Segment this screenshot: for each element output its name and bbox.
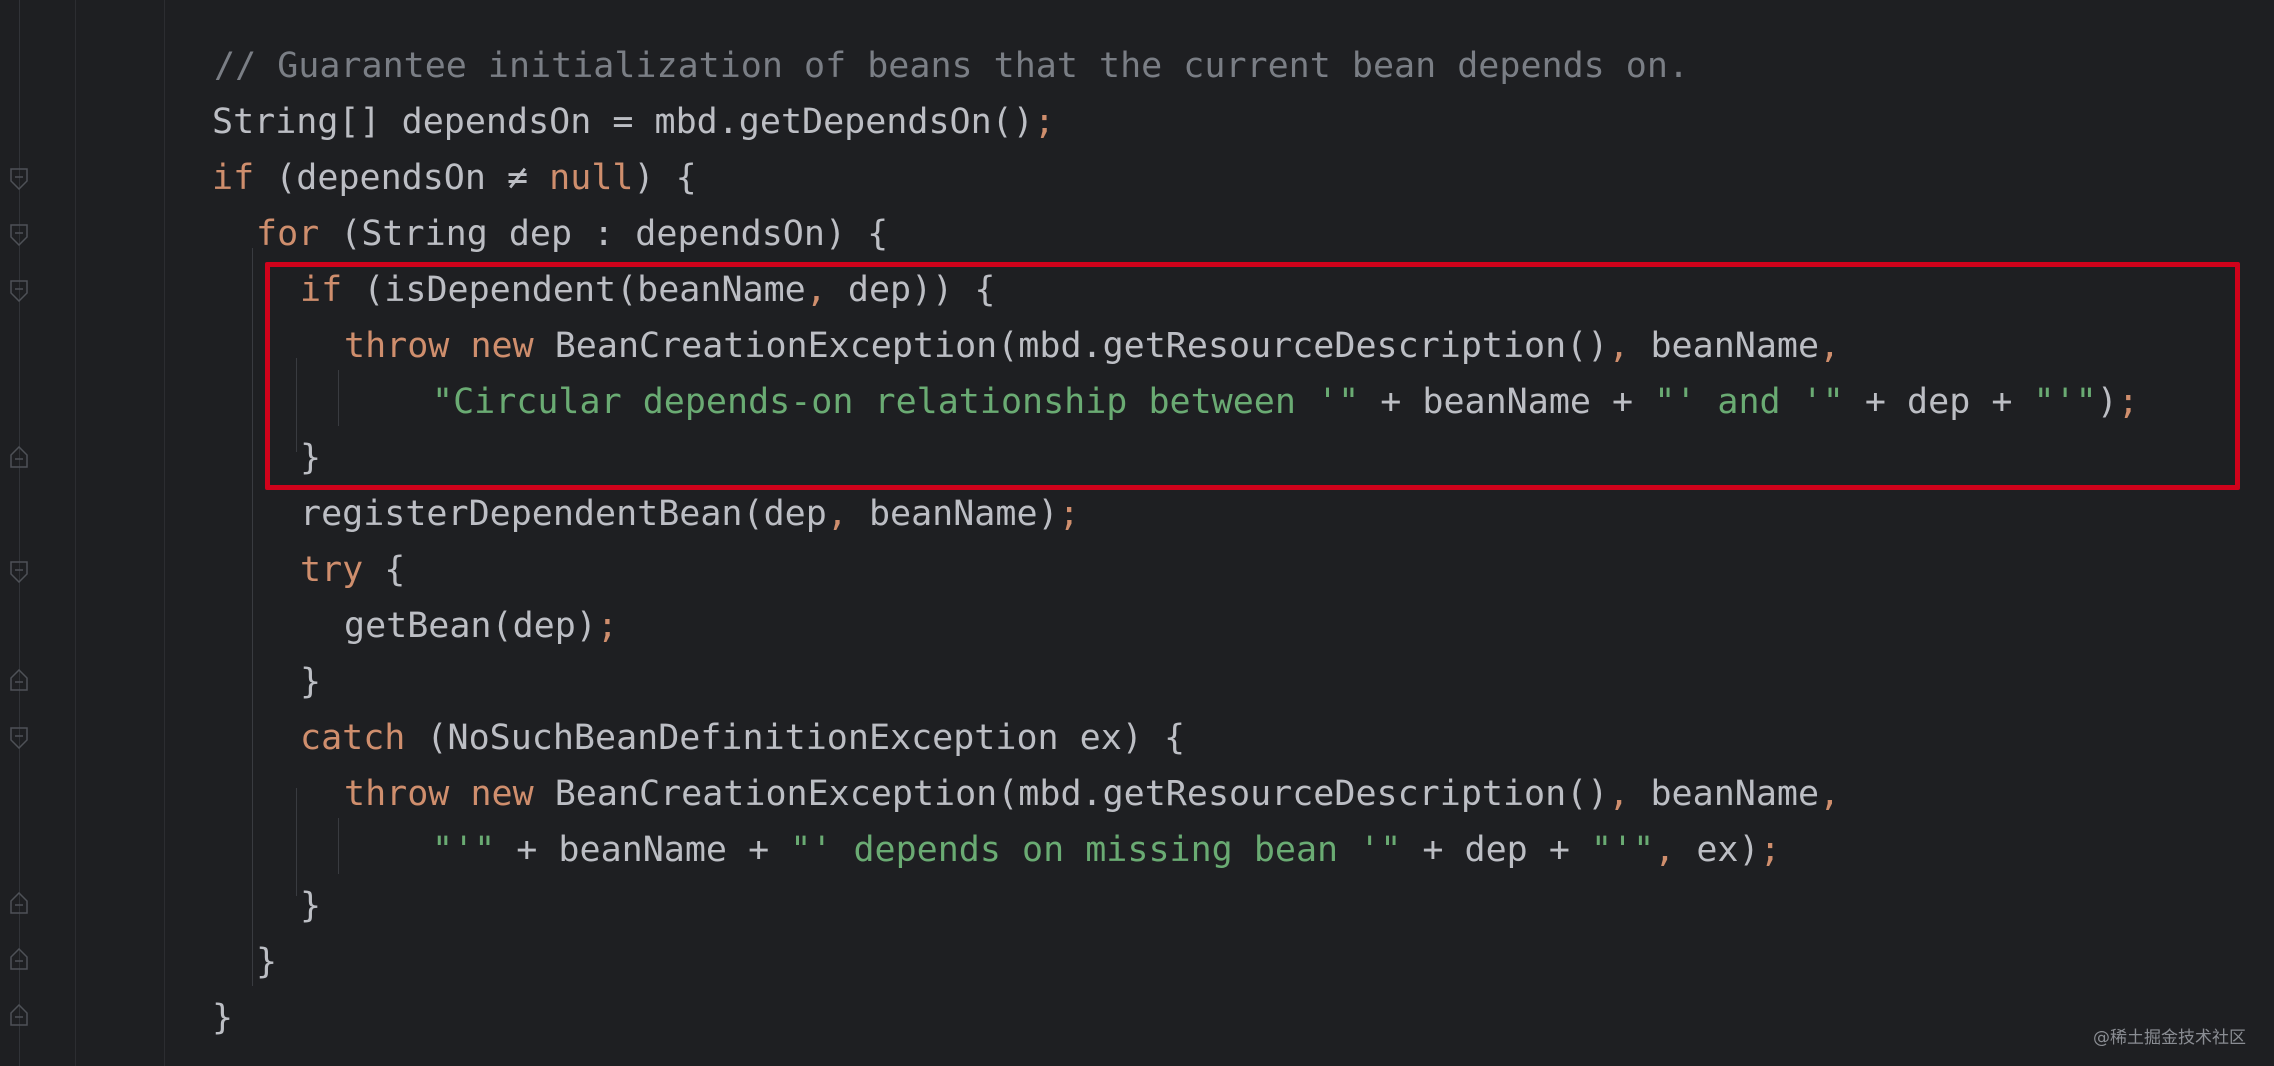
code-token: (NoSuchBeanDefinitionException ex) { [405, 718, 1186, 758]
highlight-annotation-box [265, 262, 2240, 490]
fold-open-icon[interactable] [10, 224, 28, 246]
fold-close-icon[interactable] [10, 446, 28, 468]
code-token: for [256, 214, 320, 254]
code-line[interactable]: try { [300, 542, 405, 598]
code-token: , [826, 494, 848, 534]
code-token: } [256, 942, 278, 982]
code-token: ; [1058, 494, 1080, 534]
code-line[interactable]: registerDependentBean(dep, beanName); [300, 486, 1080, 542]
code-line[interactable]: } [212, 990, 233, 1046]
code-token: } [300, 662, 322, 702]
code-token: null [549, 158, 634, 198]
code-line[interactable]: if (dependsOn ≠ null) { [212, 150, 697, 206]
watermark: @稀土掘金技术社区 [2093, 1028, 2246, 1048]
fold-open-icon[interactable] [10, 280, 28, 302]
code-token: , [1654, 830, 1676, 870]
code-token: // Guarantee initialization of beans tha… [214, 46, 1690, 86]
code-line[interactable]: getBean(dep); [344, 598, 618, 654]
code-line[interactable]: } [256, 934, 277, 990]
code-token: new [470, 774, 534, 814]
code-token: beanName [1629, 774, 1820, 814]
fold-close-icon[interactable] [10, 948, 28, 970]
code-token: ; [1759, 830, 1781, 870]
code-line[interactable]: } [300, 654, 321, 710]
code-token: getBean(dep) [344, 606, 597, 646]
code-token: , [1819, 774, 1841, 814]
fold-close-icon[interactable] [10, 669, 28, 691]
fold-close-icon[interactable] [10, 1004, 28, 1026]
code-token: , [1608, 774, 1630, 814]
code-token: throw [344, 774, 450, 814]
code-line[interactable]: throw new BeanCreationException(mbd.getR… [344, 766, 1840, 822]
code-token: (dependsOn ≠ [254, 158, 550, 198]
fold-open-icon[interactable] [10, 168, 28, 190]
code-token: catch [300, 718, 406, 758]
code-token: registerDependentBean(dep [300, 494, 827, 534]
fold-open-icon[interactable] [10, 727, 28, 749]
code-token: + dep + [1401, 830, 1591, 870]
code-line[interactable]: "'" + beanName + "' depends on missing b… [432, 822, 1781, 878]
code-token: { [363, 550, 406, 590]
indent-guide [252, 248, 253, 986]
code-token: (String dep : dependsOn) { [319, 214, 889, 254]
fold-open-icon[interactable] [10, 561, 28, 583]
code-token: BeanCreationException(mbd.getResourceDes… [533, 774, 1609, 814]
indent-guide [338, 818, 339, 874]
vertical-guide [75, 0, 76, 1066]
fold-close-icon[interactable] [10, 892, 28, 914]
code-token: beanName) [847, 494, 1059, 534]
code-token: try [300, 550, 364, 590]
code-line[interactable]: catch (NoSuchBeanDefinitionException ex)… [300, 710, 1185, 766]
code-token: if [212, 158, 255, 198]
code-token: ex) [1675, 830, 1760, 870]
code-line[interactable]: } [300, 878, 321, 934]
vertical-guide [164, 0, 165, 1066]
code-token: ; [1033, 102, 1055, 142]
code-token: "'" [1590, 830, 1655, 870]
code-token: String[] dependsOn = mbd.getDependsOn() [212, 102, 1034, 142]
code-token: "'" [432, 830, 496, 870]
code-line[interactable]: for (String dep : dependsOn) { [256, 206, 888, 262]
indent-guide [296, 788, 297, 896]
code-token: } [300, 886, 322, 926]
code-token: "' depends on missing bean '" [790, 830, 1402, 870]
code-token: + beanName + [495, 830, 791, 870]
code-token: ; [596, 606, 618, 646]
code-editor[interactable]: // Guarantee initialization of beans tha… [0, 0, 2274, 1066]
code-token: } [212, 998, 234, 1038]
code-line[interactable]: String[] dependsOn = mbd.getDependsOn(); [212, 94, 1055, 150]
code-token: ) { [633, 158, 697, 198]
code-line[interactable]: // Guarantee initialization of beans tha… [214, 38, 1689, 94]
